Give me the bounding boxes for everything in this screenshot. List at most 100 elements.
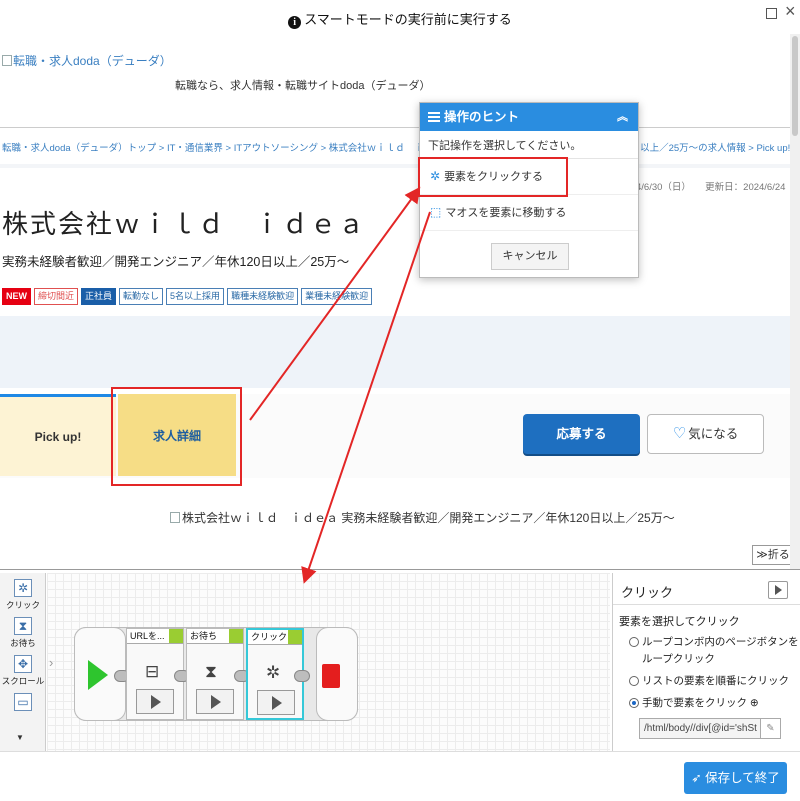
cancel-button[interactable]: キャンセル: [491, 243, 569, 270]
hover-element-label: マオスを要素に移動する: [445, 207, 567, 219]
block-corner: [288, 630, 302, 644]
play-icon[interactable]: [768, 581, 788, 599]
info-icon: i: [288, 16, 302, 29]
run-step-button[interactable]: [257, 690, 295, 715]
tool-wait[interactable]: ⧗ お待ち: [0, 617, 46, 649]
site-logo[interactable]: 転職・求人doda（デューダ）: [2, 52, 172, 69]
info-band: [0, 316, 790, 388]
breadcrumb-tail[interactable]: 20日以上／25万〜の求人情報 > Pick up!: [620, 140, 790, 154]
run-step-button[interactable]: [136, 689, 174, 714]
radio-dot[interactable]: [629, 698, 639, 708]
chevron-right-icon[interactable]: ›: [49, 655, 53, 670]
company-name: 株式会社ｗｉｌｄ ｉｄｅａ: [2, 210, 367, 240]
radio-manual-click[interactable]: 手動で要素をクリック ⊕: [613, 695, 800, 712]
scrollbar-thumb[interactable]: [792, 36, 798, 136]
tool-click-label: クリック: [5, 600, 40, 610]
workflow-panel: ✲ クリック ⧗ お待ち ✥ スクロール ▭ ▼ › URLを... ⊟ お待ち ⧗ …: [0, 569, 800, 801]
tool-scroll-label: スクロール: [1, 676, 45, 686]
favorite-label: 気になる: [688, 427, 739, 441]
block-click-label: クリック: [251, 632, 288, 642]
hourglass-icon: ⧗: [14, 617, 32, 635]
hint-description: 下記操作を選択してください。: [420, 131, 638, 159]
radio-label: 手動で要素をクリック ⊕: [629, 695, 800, 712]
block-label: クリック: [248, 630, 302, 645]
tool-more[interactable]: ▭: [0, 693, 46, 711]
highlight-box: [418, 157, 568, 197]
web-page-icon: ⊟: [145, 662, 160, 681]
radio-dot[interactable]: [629, 637, 639, 647]
tool-scroll[interactable]: ✥ スクロール: [0, 655, 46, 687]
xpath-value: /html/body//div[@id='shSt: [644, 723, 757, 734]
radio-dot[interactable]: [629, 676, 639, 686]
hover-element-option[interactable]: ⬚ マオスを要素に移動する: [420, 195, 638, 231]
window-title: スマートモードの実行前に実行する: [304, 12, 512, 27]
job-image: 株式会社ｗｉｌｄ ｉｄｅａ 実務未経験者歓迎／開発エンジニア／年休120日以上／…: [170, 509, 675, 526]
broken-image-icon: [2, 55, 12, 66]
hint-header: 操作のヒント ︽: [420, 103, 638, 131]
maximize-button[interactable]: [766, 8, 777, 19]
target-icon[interactable]: ⊕: [750, 697, 759, 709]
tab-pickup[interactable]: Pick up!: [0, 394, 116, 476]
tool-click[interactable]: ✲ クリック: [0, 579, 46, 611]
separator-band: [0, 164, 790, 168]
connector: [294, 670, 310, 682]
radio-loop-page-button[interactable]: ループコンボ内のページボタンをループクリック: [613, 634, 800, 668]
send-icon: ➶: [691, 771, 702, 785]
broken-image-icon: [170, 512, 180, 523]
play-icon[interactable]: [88, 660, 108, 690]
pencil-icon[interactable]: ✎: [760, 719, 780, 738]
tool-wait-label: お待ち: [10, 638, 36, 648]
chevron-down-icon[interactable]: ▼: [16, 733, 24, 742]
properties-panel: クリック 要素を選択してクリック ループコンボ内のページボタンをループクリック …: [612, 573, 800, 751]
tag-new: NEW: [2, 288, 31, 305]
properties-title: クリック: [621, 585, 674, 600]
divider: [0, 127, 790, 128]
favorite-button[interactable]: ♡ 気になる: [647, 414, 764, 454]
hint-title: 操作のヒント: [444, 110, 520, 124]
manual-click-label: 手動で要素をクリック: [642, 697, 747, 709]
xpath-field[interactable]: /html/body//div[@id='shSt ✎: [639, 718, 781, 739]
logo-alt-text: 転職・求人doda（デューダ）: [13, 54, 172, 68]
job-image-alt: 株式会社ｗｉｌｄ ｉｄｅａ 実務未経験者歓迎／開発エンジニア／年休120日以上／…: [182, 511, 675, 525]
click-icon: ✲: [14, 579, 32, 597]
stop-icon[interactable]: [322, 664, 340, 688]
close-button[interactable]: ×: [785, 2, 796, 20]
job-subtitle: 実務未経験者歓迎／開発エンジニア／年休120日以上／25万〜: [2, 255, 350, 269]
collapse-button[interactable]: ≫折る: [752, 545, 790, 565]
block-corner: [229, 629, 243, 643]
toolbox: ✲ クリック ⧗ お待ち ✥ スクロール ▭ ▼: [0, 573, 46, 751]
breadcrumb-text[interactable]: 転職・求人doda（デューダ）トップ > IT・通信業界 > ITアウトソーシン…: [2, 143, 462, 154]
save-and-exit-button[interactable]: ➶ 保存して終了: [684, 762, 787, 794]
radio-label: リストの要素を順番にクリック: [642, 675, 789, 687]
post-dates: 4/6/30（日） 更新日：2024/6/24（月: [636, 182, 790, 193]
tag-no-transfer: 転勤なし: [119, 288, 164, 305]
tag-job-inexperienced: 職種未経験歓迎: [227, 288, 299, 305]
highlight-box: [111, 387, 242, 486]
collapse-label: 折る: [767, 549, 790, 561]
save-label: 保存して終了: [705, 771, 780, 785]
tag-hiring-5: 5名以上採用: [166, 288, 225, 305]
footer: ➶ 保存して終了: [0, 751, 800, 801]
scroll-icon: ✥: [14, 655, 32, 673]
collapse-up-icon[interactable]: ︽: [617, 103, 628, 131]
hourglass-icon: ⧗: [205, 662, 217, 681]
apply-button[interactable]: 応募する: [523, 414, 640, 454]
window-icon: ▭: [14, 693, 32, 711]
web-page: 転職・求人doda（デューダ） 転職なら、求人情報・転職サイトdoda（デューダ…: [0, 34, 790, 569]
tag-fulltime: 正社員: [81, 288, 117, 305]
block-corner: [169, 629, 183, 643]
run-step-button[interactable]: [196, 689, 234, 714]
click-icon: ✲: [266, 663, 281, 682]
block-url-label: URLを...: [130, 631, 165, 641]
properties-section: 要素を選択してクリック: [619, 616, 740, 628]
radio-list-in-order[interactable]: リストの要素を順番にクリック: [613, 673, 800, 690]
tag-list: NEW 締切間近 正社員 転勤なし 5名以上採用 職種未経験歓迎 業種未経験歓迎: [2, 288, 373, 305]
breadcrumb[interactable]: 転職・求人doda（デューダ）トップ > IT・通信業界 > ITアウトソーシン…: [2, 140, 790, 154]
tag-deadline: 締切間近: [34, 288, 79, 305]
block-label: お待ち: [187, 629, 243, 644]
window-title-wrap: i スマートモードの実行前に実行する: [0, 9, 800, 29]
heart-icon: ♡: [672, 425, 687, 442]
page-scrollbar[interactable]: [790, 34, 800, 569]
double-chevron-down-icon: ≫: [756, 549, 768, 561]
radio-label: ループコンボ内のページボタンをループクリック: [642, 636, 799, 665]
